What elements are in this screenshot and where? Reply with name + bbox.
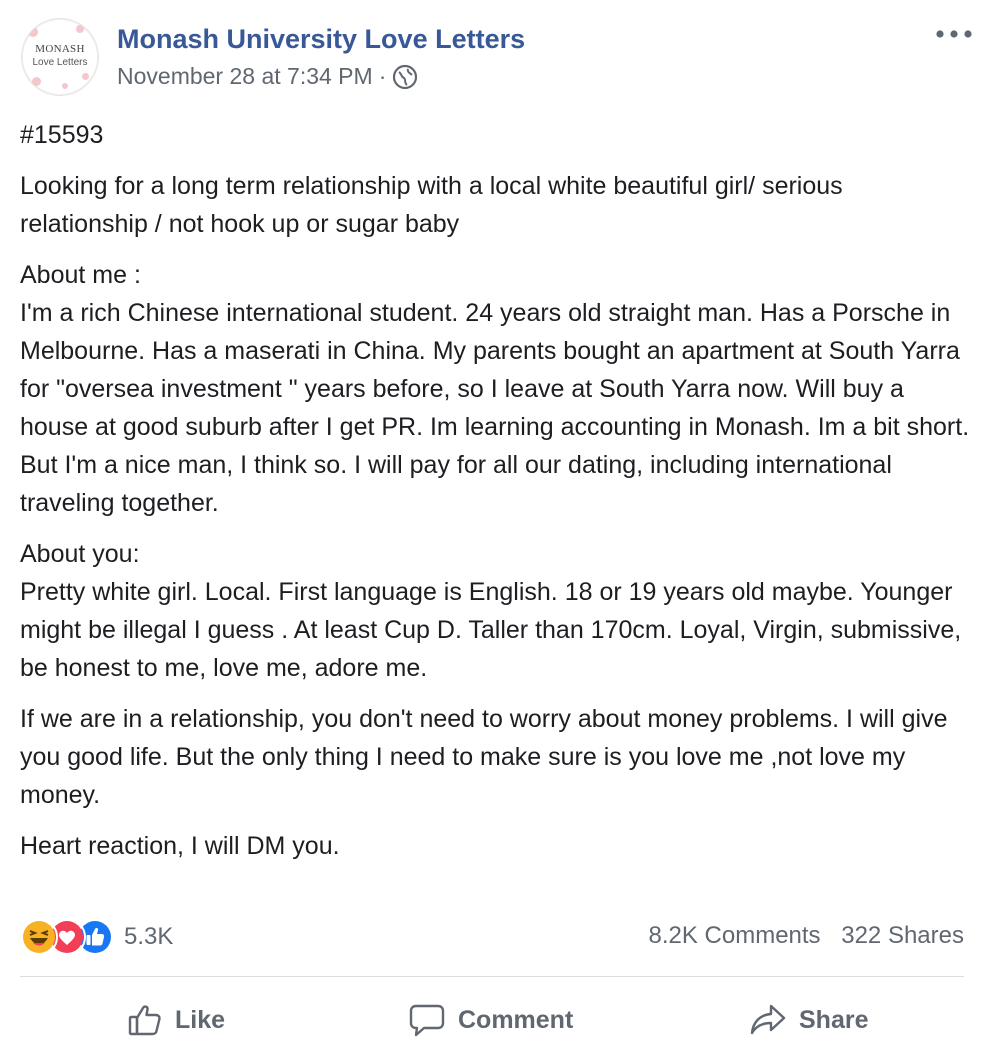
post-paragraph: About you: Pretty white girl. Local. Fir… [20, 540, 962, 682]
post-timestamp[interactable]: November 28 at 7:34 PM [117, 63, 373, 90]
post-paragraph: About me : I'm a rich Chinese internatio… [20, 261, 970, 517]
meta-separator: · [378, 63, 387, 89]
share-label: Share [799, 1005, 869, 1034]
reaction-count[interactable]: 5.3K [124, 923, 173, 951]
comment-label: Comment [458, 1005, 574, 1034]
post-paragraph: Looking for a long term relationship wit… [20, 172, 843, 238]
like-button[interactable]: Like [127, 990, 225, 1050]
haha-reaction-icon [20, 918, 58, 956]
globe-icon[interactable] [392, 64, 418, 90]
share-button[interactable]: Share [749, 990, 868, 1050]
page-avatar[interactable]: MONASH Love Letters [21, 18, 99, 96]
engagement-stats: 8.2K Comments 322 Shares [648, 922, 964, 950]
like-label: Like [175, 1005, 226, 1034]
post-meta: November 28 at 7:34 PM · [117, 63, 418, 90]
comment-bubble-icon [409, 1004, 445, 1037]
comments-count-link[interactable]: 8.2K Comments [648, 922, 820, 949]
action-divider [20, 976, 964, 977]
share-arrow-icon [750, 1004, 786, 1035]
comment-button[interactable]: Comment [408, 990, 573, 1050]
thumbs-up-icon [128, 1005, 161, 1036]
reaction-summary[interactable]: 5.3K [20, 915, 173, 959]
post-body: #15593 Looking for a long term relations… [20, 116, 970, 878]
avatar-subtitle: Love Letters [32, 57, 88, 68]
post-action-bar: Like Comment Share [0, 990, 982, 1050]
post-paragraph: Heart reaction, I will DM you. [20, 832, 340, 860]
page-name-link[interactable]: Monash University Love Letters [117, 24, 525, 55]
post-paragraph: If we are in a relationship, you don't n… [20, 705, 948, 809]
more-options-icon[interactable] [935, 26, 973, 42]
shares-count-link[interactable]: 322 Shares [841, 922, 964, 949]
post-number: #15593 [20, 121, 104, 149]
post-header: MONASH Love Letters Monash University Lo… [0, 0, 982, 110]
avatar-title: MONASH [35, 43, 85, 55]
